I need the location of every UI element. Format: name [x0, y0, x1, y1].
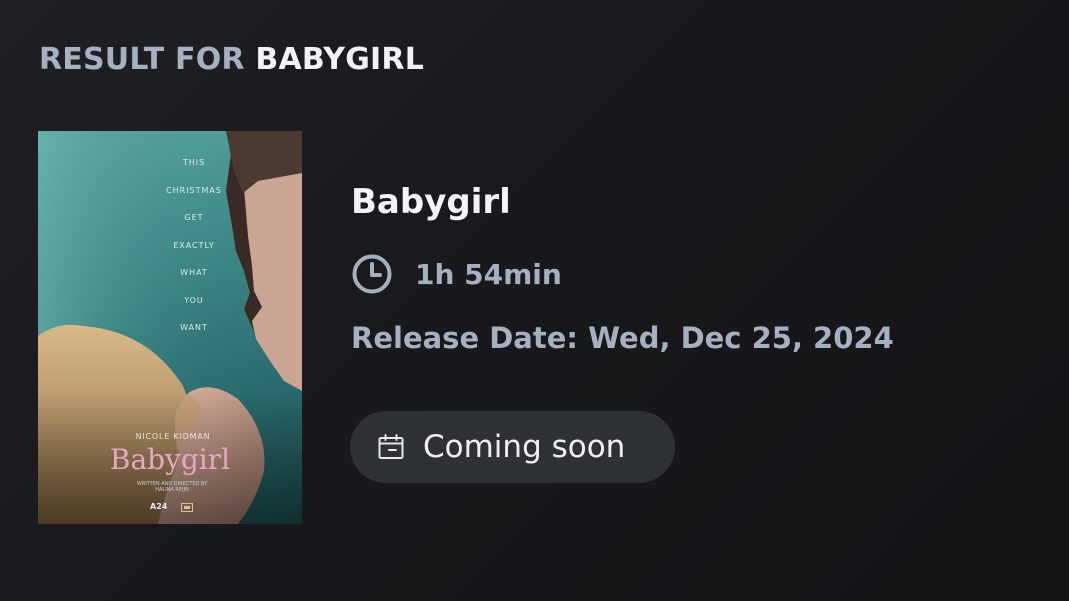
poster-tagline-line: WANT: [180, 323, 208, 332]
runtime-row: 1h 54min: [351, 253, 562, 295]
poster-tagline-line: CHRISTMAS: [166, 185, 222, 195]
festival-badge-icon: [181, 503, 193, 512]
poster-credit-line: HALINA REIJN: [155, 487, 189, 493]
poster-tagline-line: WHAT: [180, 268, 208, 277]
poster-tagline-line: GET: [184, 213, 204, 222]
poster-actor-credit: NICOLE KIDMAN: [135, 432, 211, 441]
search-query: BABYGIRL: [255, 42, 425, 77]
runtime-text: 1h 54min: [415, 257, 562, 291]
clock-icon: [352, 254, 392, 294]
heading-prefix: RESULT FOR: [39, 42, 245, 77]
studio-logo: A24: [150, 502, 168, 511]
poster-tagline-line: THIS: [182, 158, 206, 167]
status-label: Coming soon: [423, 429, 626, 465]
search-result-heading: RESULT FOR BABYGIRL: [39, 42, 424, 77]
coming-soon-button[interactable]: Coming soon: [350, 411, 675, 483]
poster-tagline: THIS CHRISTMAS GET EXACTLY WHAT YOU WANT: [150, 149, 238, 342]
calendar-icon: [378, 434, 404, 459]
poster-tagline-line: EXACTLY: [173, 240, 215, 250]
movie-title: Babygirl: [351, 182, 511, 222]
movie-poster[interactable]: THIS CHRISTMAS GET EXACTLY WHAT YOU WANT…: [38, 131, 302, 524]
release-date: Release Date: Wed, Dec 25, 2024: [351, 321, 894, 355]
poster-director-credit: WRITTEN AND DIRECTED BY HALINA REIJN: [120, 481, 224, 493]
poster-title: Babygirl: [109, 443, 231, 476]
poster-tagline-line: YOU: [184, 295, 204, 305]
